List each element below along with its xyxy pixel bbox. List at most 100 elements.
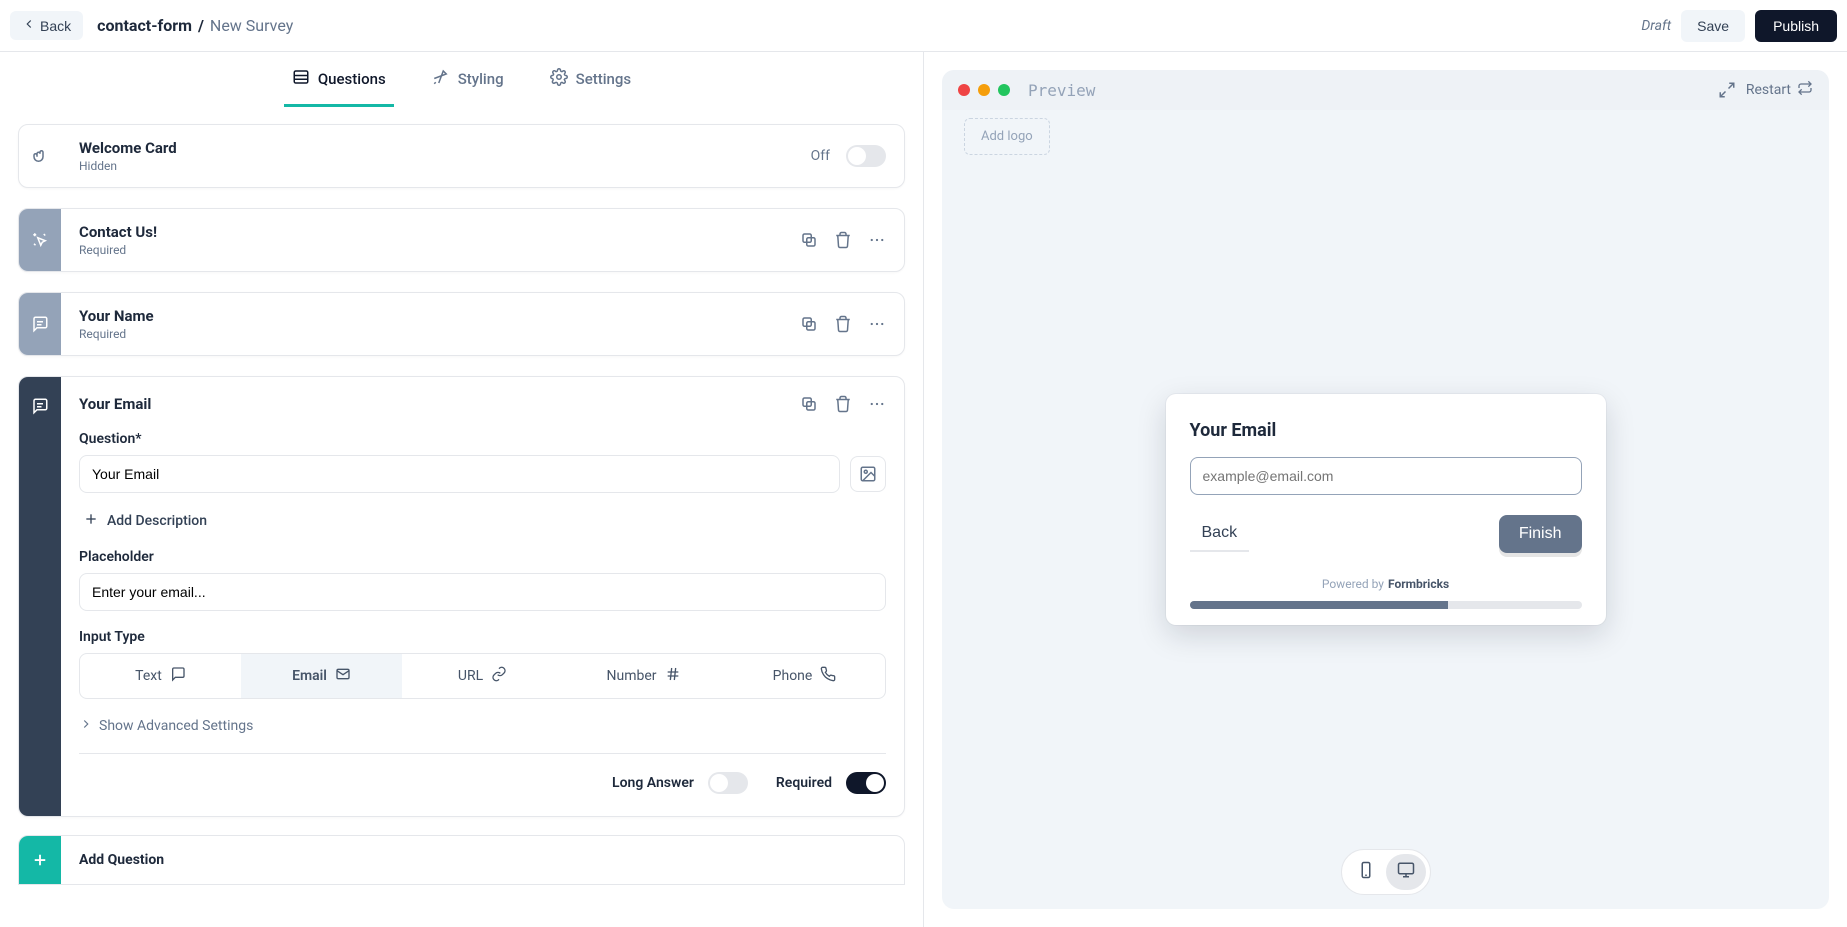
powered-prefix: Powered by bbox=[1322, 577, 1384, 591]
status-label: Draft bbox=[1641, 18, 1671, 34]
rows-icon bbox=[292, 68, 310, 90]
breadcrumb-project: contact-form bbox=[97, 16, 192, 35]
segment-label: Email bbox=[292, 668, 327, 684]
long-answer-label: Long Answer bbox=[612, 775, 694, 791]
add-logo-button[interactable]: Add logo bbox=[964, 118, 1050, 155]
welcome-toggle[interactable] bbox=[846, 145, 886, 167]
add-description-label: Add Description bbox=[107, 513, 207, 529]
placeholder-field-label: Placeholder bbox=[79, 549, 886, 565]
trash-icon[interactable] bbox=[834, 395, 852, 413]
message-icon bbox=[170, 666, 186, 686]
image-icon[interactable] bbox=[850, 456, 886, 492]
device-desktop[interactable] bbox=[1386, 854, 1426, 890]
question-subtitle: Required bbox=[79, 243, 157, 257]
add-question-button[interactable]: Add Question bbox=[18, 835, 905, 885]
show-advanced-settings[interactable]: Show Advanced Settings bbox=[79, 717, 886, 735]
long-answer-toggle[interactable] bbox=[708, 772, 748, 794]
trash-icon[interactable] bbox=[834, 231, 852, 249]
back-button[interactable]: Back bbox=[10, 11, 83, 40]
breadcrumb-sep: / bbox=[198, 16, 204, 35]
mobile-icon bbox=[1357, 861, 1375, 883]
editor-panel: Questions Styling Settings bbox=[0, 52, 924, 927]
traffic-green-icon bbox=[998, 84, 1010, 96]
welcome-toggle-label: Off bbox=[811, 148, 830, 164]
device-switch bbox=[1341, 849, 1431, 895]
segment-label: Text bbox=[135, 668, 162, 684]
topbar: Back contact-form / New Survey Draft Sav… bbox=[0, 0, 1847, 52]
chevron-left-icon bbox=[22, 17, 36, 34]
question-card-contact-us[interactable]: Contact Us! Required bbox=[18, 208, 905, 272]
survey-title: Your Email bbox=[1190, 420, 1582, 441]
breadcrumb-survey: New Survey bbox=[210, 16, 293, 35]
placeholder-input[interactable] bbox=[79, 573, 886, 611]
question-input[interactable] bbox=[79, 455, 840, 493]
breadcrumb: contact-form / New Survey bbox=[97, 16, 293, 35]
device-mobile[interactable] bbox=[1346, 854, 1386, 890]
segment-label: URL bbox=[458, 668, 483, 684]
survey-finish-button[interactable]: Finish bbox=[1499, 515, 1582, 553]
tab-questions[interactable]: Questions bbox=[284, 54, 394, 107]
more-icon[interactable] bbox=[868, 395, 886, 413]
question-subtitle: Required bbox=[79, 327, 154, 341]
add-description-button[interactable]: Add Description bbox=[79, 511, 886, 531]
question-list: Welcome Card Hidden Off Contact Us! bbox=[0, 108, 923, 927]
question-card-your-email: Your Email Question* bbox=[18, 376, 905, 817]
survey-card: Your Email Back Finish Powered by Formbr… bbox=[1166, 394, 1606, 625]
phone-icon bbox=[820, 666, 836, 686]
traffic-lights: Preview bbox=[958, 81, 1095, 100]
survey-back-button[interactable]: Back bbox=[1190, 516, 1250, 552]
save-button[interactable]: Save bbox=[1681, 10, 1745, 42]
input-type-segmented: Text Email URL bbox=[79, 653, 886, 699]
survey-email-input[interactable] bbox=[1190, 457, 1582, 495]
input-type-number[interactable]: Number bbox=[563, 654, 724, 698]
tab-styling-label: Styling bbox=[458, 70, 504, 88]
mail-icon bbox=[335, 666, 351, 686]
copy-icon[interactable] bbox=[800, 395, 818, 413]
input-type-url[interactable]: URL bbox=[402, 654, 563, 698]
more-icon[interactable] bbox=[868, 231, 886, 249]
survey-progress bbox=[1190, 601, 1582, 609]
welcome-card-subtitle: Hidden bbox=[79, 159, 177, 173]
back-button-label: Back bbox=[40, 18, 71, 34]
cursor-click-icon[interactable] bbox=[19, 209, 61, 271]
welcome-card[interactable]: Welcome Card Hidden Off bbox=[18, 124, 905, 188]
required-toggle[interactable] bbox=[846, 772, 886, 794]
required-label: Required bbox=[776, 775, 832, 791]
desktop-icon bbox=[1397, 861, 1415, 883]
topbar-right: Draft Save Publish bbox=[1641, 10, 1837, 42]
message-icon[interactable] bbox=[19, 377, 61, 816]
publish-button[interactable]: Publish bbox=[1755, 10, 1837, 42]
expand-icon[interactable] bbox=[1718, 81, 1736, 99]
traffic-red-icon bbox=[958, 84, 970, 96]
grab-icon[interactable] bbox=[19, 125, 61, 187]
preview-center: Your Email Back Finish Powered by Formbr… bbox=[942, 110, 1829, 909]
more-icon[interactable] bbox=[868, 315, 886, 333]
welcome-card-title: Welcome Card bbox=[79, 139, 177, 157]
plus-icon bbox=[83, 511, 99, 531]
chevron-right-icon bbox=[79, 717, 93, 735]
brush-icon bbox=[432, 68, 450, 90]
restart-button[interactable]: Restart bbox=[1746, 80, 1813, 100]
question-title: Your Name bbox=[79, 307, 154, 325]
input-type-text[interactable]: Text bbox=[80, 654, 241, 698]
traffic-amber-icon bbox=[978, 84, 990, 96]
input-type-email[interactable]: Email bbox=[241, 654, 402, 698]
gear-icon bbox=[550, 68, 568, 90]
copy-icon[interactable] bbox=[800, 231, 818, 249]
tab-styling[interactable]: Styling bbox=[424, 54, 512, 107]
topbar-left: Back contact-form / New Survey bbox=[10, 11, 293, 40]
question-field-label: Question* bbox=[79, 431, 886, 447]
question-card-your-name[interactable]: Your Name Required bbox=[18, 292, 905, 356]
question-title: Contact Us! bbox=[79, 223, 157, 241]
message-icon[interactable] bbox=[19, 293, 61, 355]
preview-topbar: Preview Restart bbox=[942, 70, 1829, 110]
tab-settings[interactable]: Settings bbox=[542, 54, 640, 107]
survey-progress-fill bbox=[1190, 601, 1449, 609]
input-type-phone[interactable]: Phone bbox=[724, 654, 885, 698]
trash-icon[interactable] bbox=[834, 315, 852, 333]
hash-icon bbox=[665, 666, 681, 686]
advanced-label: Show Advanced Settings bbox=[99, 718, 253, 734]
copy-icon[interactable] bbox=[800, 315, 818, 333]
segment-label: Number bbox=[606, 668, 656, 684]
add-question-label: Add Question bbox=[61, 836, 182, 884]
